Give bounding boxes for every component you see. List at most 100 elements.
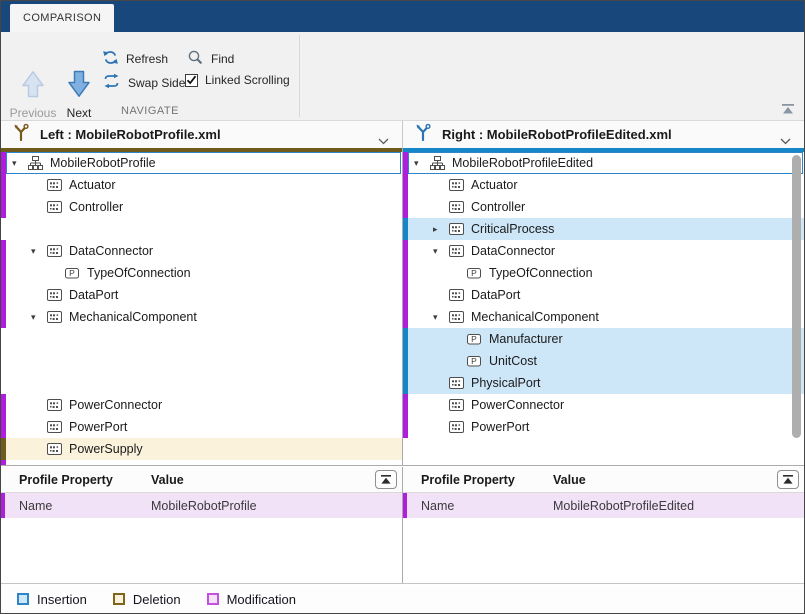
arrow-up-icon (20, 85, 46, 102)
stereotype-icon (46, 177, 63, 193)
tree-row[interactable]: PowerPort (403, 416, 804, 438)
right-panel-title: Right : MobileRobotProfileEdited.xml (442, 127, 672, 142)
tree-item-label: MechanicalComponent (471, 310, 599, 324)
refresh-button[interactable]: Refresh (102, 49, 168, 69)
tree-row[interactable]: PTypeOfConnection (1, 262, 402, 284)
profile-icon (429, 155, 446, 171)
property-row[interactable]: NameMobileRobotProfile (1, 493, 402, 518)
change-bar (1, 328, 6, 350)
change-bar (403, 328, 408, 350)
legend-swatch (207, 593, 219, 605)
tree-row[interactable]: PowerConnector (1, 394, 402, 416)
tree-row[interactable]: P TypeOfConnection (403, 262, 804, 284)
right-tree-panel: ▾ MobileRobotProfileEdited Actuator Control… (402, 148, 804, 465)
change-bar (403, 262, 408, 284)
stereotype-icon (448, 397, 465, 413)
property-row[interactable]: NameMobileRobotProfileEdited (403, 493, 804, 518)
tree-row[interactable]: ▾DataConnector (403, 240, 804, 262)
tree-item-label: UnitCost (489, 354, 537, 368)
tree-item-label: Actuator (69, 178, 116, 192)
expander-expanded-icon[interactable]: ▾ (414, 158, 429, 169)
change-bar (1, 493, 5, 518)
tree-row[interactable]: PowerPort (1, 416, 402, 438)
change-bar (403, 284, 408, 306)
collapse-table-button[interactable] (375, 470, 397, 489)
right-table-header: Profile Property Value (403, 467, 804, 493)
expander-expanded-icon[interactable]: ▾ (31, 246, 46, 257)
stereotype-icon (448, 375, 465, 391)
tree-item-label: PowerSupply (69, 442, 143, 456)
change-bar (1, 350, 6, 372)
change-bar (1, 460, 6, 465)
tree-row[interactable]: PowerConnector (403, 394, 804, 416)
refresh-icon (102, 49, 119, 69)
change-bar (1, 240, 6, 262)
legend-swatch (113, 593, 125, 605)
change-bar (403, 152, 408, 174)
stereotype-icon (448, 243, 465, 259)
tree-row[interactable]: ▾MechanicalComponent (1, 306, 402, 328)
tree-row[interactable]: PManufacturer (403, 328, 804, 350)
property-value: MobileRobotProfile (151, 499, 257, 513)
left-pane-selector[interactable]: Left : MobileRobotProfile.xml (1, 121, 402, 148)
change-bar (1, 372, 6, 394)
expander-expanded-icon[interactable]: ▾ (31, 312, 46, 323)
left-table-header: Profile Property Value (1, 467, 402, 493)
linked-scrolling-toggle[interactable]: Linked Scrolling (185, 73, 290, 87)
tree-row[interactable]: PowerSupply (1, 438, 402, 460)
tree-row[interactable]: Actuator (1, 174, 402, 196)
change-bar (1, 394, 6, 416)
svg-text:P: P (471, 334, 477, 344)
property-value: MobileRobotProfileEdited (553, 499, 694, 513)
legend-label: Deletion (133, 592, 181, 607)
scrollbar-thumb[interactable] (792, 155, 801, 438)
swap-sides-button[interactable]: Swap Sides (102, 73, 191, 92)
tree-item-label: Controller (69, 200, 123, 214)
expander-expanded-icon[interactable]: ▾ (12, 158, 27, 169)
expander-expanded-icon[interactable]: ▾ (433, 312, 448, 323)
right-pane-selector[interactable]: Right : MobileRobotProfileEdited.xml (402, 121, 804, 148)
expander-collapsed-icon[interactable]: ▸ (433, 224, 448, 235)
tree-row[interactable]: PhysicalPort (403, 372, 804, 394)
change-bar (403, 416, 408, 438)
change-bar (403, 372, 408, 394)
column-header-property: Profile Property (403, 473, 553, 487)
ribbon-toolbar: Previous Next Refresh (1, 32, 804, 121)
legend-swatch (17, 593, 29, 605)
tree-item-label: MobileRobotProfileEdited (452, 156, 593, 170)
tree-row[interactable]: ▸CriticalProcess (403, 218, 804, 240)
tree-item-label: Actuator (471, 178, 518, 192)
change-bar (403, 350, 408, 372)
svg-text:P: P (471, 268, 477, 278)
left-tree-panel: ▾MobileRobotProfileActuatorController▾Da… (1, 148, 402, 465)
tree-row[interactable]: Controller (403, 196, 804, 218)
tree-item-label: TypeOfConnection (489, 266, 593, 280)
find-button[interactable]: Find (187, 49, 234, 69)
expander-expanded-icon[interactable]: ▾ (433, 246, 448, 257)
navigate-section-label: NAVIGATE (1, 105, 299, 117)
tree-row[interactable]: Controller (1, 196, 402, 218)
collapse-table-button[interactable] (777, 470, 799, 489)
change-bar (1, 284, 6, 306)
checkbox-checked-icon (185, 74, 198, 87)
stereotype-icon (46, 419, 63, 435)
tree-item-label: TypeOfConnection (87, 266, 191, 280)
tree-row[interactable]: DataPort (403, 284, 804, 306)
tree-row[interactable]: P UnitCost (403, 350, 804, 372)
collapse-ribbon-icon[interactable] (780, 102, 796, 116)
tree-row[interactable]: ▾ MechanicalComponent (403, 306, 804, 328)
tree-row[interactable]: ▾MobileRobotProfile (1, 152, 402, 174)
stereotype-icon (46, 397, 63, 413)
change-bar (1, 174, 6, 196)
swap-sides-label: Swap Sides (128, 76, 191, 90)
tree-row[interactable]: ▾DataConnector (1, 240, 402, 262)
stereotype-icon (448, 287, 465, 303)
tree-row[interactable]: ▾ MobileRobotProfileEdited (403, 152, 804, 174)
property-icon: P (466, 353, 483, 369)
stereotype-icon (448, 199, 465, 215)
tab-comparison[interactable]: COMPARISON (10, 4, 114, 32)
tree-item-label: PowerPort (69, 420, 127, 434)
tree-row[interactable]: Actuator (403, 174, 804, 196)
profile-icon (27, 155, 44, 171)
tree-row[interactable]: DataPort (1, 284, 402, 306)
